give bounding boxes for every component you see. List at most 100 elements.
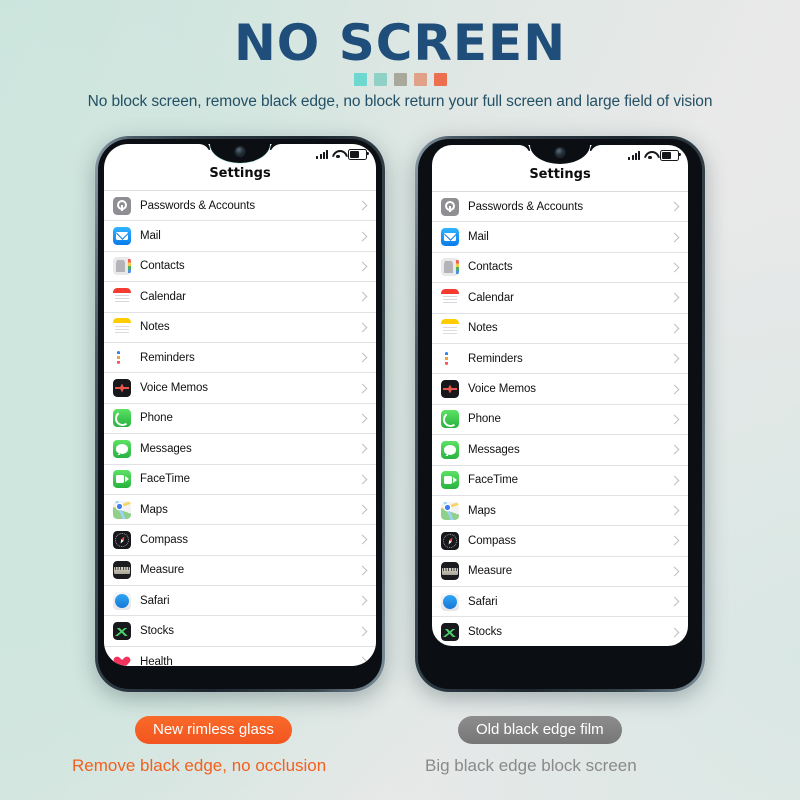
settings-row-label: Measure bbox=[468, 565, 513, 578]
settings-row-label: Notes bbox=[140, 321, 170, 334]
chevron-right-icon bbox=[357, 565, 368, 576]
settings-row-phone[interactable]: Phone bbox=[104, 402, 376, 433]
badge-old-black-edge-film: Old black edge film bbox=[458, 716, 622, 744]
settings-row-reminders[interactable]: Reminders bbox=[104, 341, 376, 372]
phone-black-edge: Settings Passwords & Accounts Mail Contact… bbox=[415, 136, 705, 692]
chevron-right-icon bbox=[357, 474, 368, 485]
settings-row-messages[interactable]: Messages bbox=[104, 433, 376, 463]
measure-icon bbox=[113, 561, 131, 580]
settings-row-label: Mail bbox=[468, 231, 489, 244]
chevron-right-icon bbox=[669, 475, 680, 486]
settings-row-health[interactable]: Health bbox=[104, 645, 376, 666]
settings-row-label: Mail bbox=[140, 230, 161, 243]
chevron-right-icon bbox=[669, 353, 680, 364]
passwords-icon bbox=[113, 196, 131, 215]
phone-screen-right: Settings Passwords & Accounts Mail Contact… bbox=[432, 145, 688, 646]
settings-row-messages[interactable]: Messages bbox=[432, 434, 688, 464]
settings-row-measure[interactable]: Measure bbox=[432, 555, 688, 586]
settings-row-label: Phone bbox=[468, 413, 501, 426]
settings-row-calendar[interactable]: Calendar bbox=[432, 282, 688, 312]
chevron-right-icon bbox=[357, 383, 368, 393]
settings-row-label: Messages bbox=[468, 443, 520, 456]
swatch-1 bbox=[353, 73, 367, 86]
stocks-icon bbox=[113, 622, 131, 641]
phone-icon bbox=[113, 409, 131, 428]
settings-row-label: Measure bbox=[140, 564, 185, 577]
phone-rimless: Settings Passwords & Accounts Mail Contact… bbox=[95, 136, 385, 692]
front-camera-icon bbox=[235, 147, 245, 156]
compass-icon bbox=[113, 530, 131, 549]
settings-row-mail[interactable]: Mail bbox=[104, 220, 376, 250]
settings-row-label: Voice Memos bbox=[468, 383, 536, 396]
safari-icon bbox=[441, 592, 459, 611]
settings-row-reminders[interactable]: Reminders bbox=[432, 342, 688, 373]
stocks-icon bbox=[441, 623, 459, 642]
chevron-right-icon bbox=[357, 291, 368, 302]
phone-screen-left: Settings Passwords & Accounts Mail Contact… bbox=[104, 144, 376, 666]
chevron-right-icon bbox=[357, 504, 368, 515]
chevron-right-icon bbox=[357, 535, 368, 545]
battery-icon bbox=[660, 149, 682, 161]
front-camera-icon bbox=[555, 148, 565, 157]
settings-row-stocks[interactable]: Stocks bbox=[104, 615, 376, 645]
caption-old: Big black edge block screen bbox=[425, 756, 637, 775]
settings-row-contacts[interactable]: Contacts bbox=[104, 250, 376, 281]
color-swatch-row bbox=[0, 73, 800, 86]
compass-icon bbox=[441, 531, 459, 550]
settings-row-label: Maps bbox=[468, 504, 496, 517]
wifi-icon bbox=[332, 150, 344, 159]
settings-row-label: Voice Memos bbox=[140, 382, 208, 395]
settings-row-label: Compass bbox=[140, 533, 188, 546]
settings-row-label: Maps bbox=[140, 503, 168, 516]
settings-row-label: Notes bbox=[468, 322, 498, 335]
messages-icon bbox=[441, 440, 459, 459]
settings-row-calendar[interactable]: Calendar bbox=[104, 281, 376, 311]
settings-row-stocks[interactable]: Stocks bbox=[432, 616, 688, 646]
settings-row-passwords-accounts[interactable]: Passwords & Accounts bbox=[432, 191, 688, 221]
battery-icon bbox=[348, 148, 370, 160]
settings-row-voice-memos[interactable]: Voice Memos bbox=[432, 373, 688, 403]
settings-row-notes[interactable]: Notes bbox=[104, 311, 376, 342]
settings-row-measure[interactable]: Measure bbox=[104, 554, 376, 585]
chevron-right-icon bbox=[357, 626, 368, 637]
settings-list-left: Passwords & Accounts Mail Contacts Calendar… bbox=[104, 190, 376, 666]
settings-row-label: Stocks bbox=[140, 625, 174, 638]
settings-row-phone[interactable]: Phone bbox=[432, 403, 688, 434]
chevron-right-icon bbox=[357, 200, 368, 211]
settings-row-compass[interactable]: Compass bbox=[104, 524, 376, 554]
chevron-right-icon bbox=[357, 352, 368, 363]
settings-row-label: Safari bbox=[140, 594, 170, 607]
settings-row-safari[interactable]: Safari bbox=[432, 586, 688, 616]
settings-row-passwords-accounts[interactable]: Passwords & Accounts bbox=[104, 190, 376, 220]
swatch-4 bbox=[413, 73, 427, 86]
settings-row-label: Stocks bbox=[468, 626, 502, 639]
settings-row-compass[interactable]: Compass bbox=[432, 525, 688, 555]
settings-row-safari[interactable]: Safari bbox=[104, 585, 376, 615]
measure-icon bbox=[441, 562, 459, 581]
calendar-icon bbox=[113, 287, 131, 306]
settings-row-label: Reminders bbox=[140, 351, 195, 364]
chevron-right-icon bbox=[669, 536, 680, 546]
settings-row-notes[interactable]: Notes bbox=[432, 312, 688, 343]
contacts-icon bbox=[441, 258, 459, 277]
chevron-right-icon bbox=[357, 443, 368, 454]
notes-icon bbox=[113, 318, 131, 337]
reminders-icon bbox=[113, 348, 131, 367]
settings-row-contacts[interactable]: Contacts bbox=[432, 251, 688, 282]
settings-row-maps[interactable]: Maps bbox=[104, 493, 376, 524]
swatch-5 bbox=[433, 73, 447, 86]
voice-memos-icon bbox=[113, 379, 131, 398]
settings-row-facetime[interactable]: FaceTime bbox=[432, 464, 688, 495]
chevron-right-icon bbox=[669, 262, 680, 273]
wifi-icon bbox=[644, 151, 656, 160]
swatch-2 bbox=[373, 73, 387, 86]
chevron-right-icon bbox=[669, 232, 680, 243]
signal-bars-icon bbox=[316, 149, 328, 159]
settings-row-facetime[interactable]: FaceTime bbox=[104, 463, 376, 494]
chevron-right-icon bbox=[669, 444, 680, 455]
settings-row-label: Passwords & Accounts bbox=[140, 199, 255, 212]
settings-row-mail[interactable]: Mail bbox=[432, 221, 688, 251]
passwords-icon bbox=[441, 197, 459, 216]
settings-row-voice-memos[interactable]: Voice Memos bbox=[104, 372, 376, 402]
settings-row-maps[interactable]: Maps bbox=[432, 494, 688, 525]
